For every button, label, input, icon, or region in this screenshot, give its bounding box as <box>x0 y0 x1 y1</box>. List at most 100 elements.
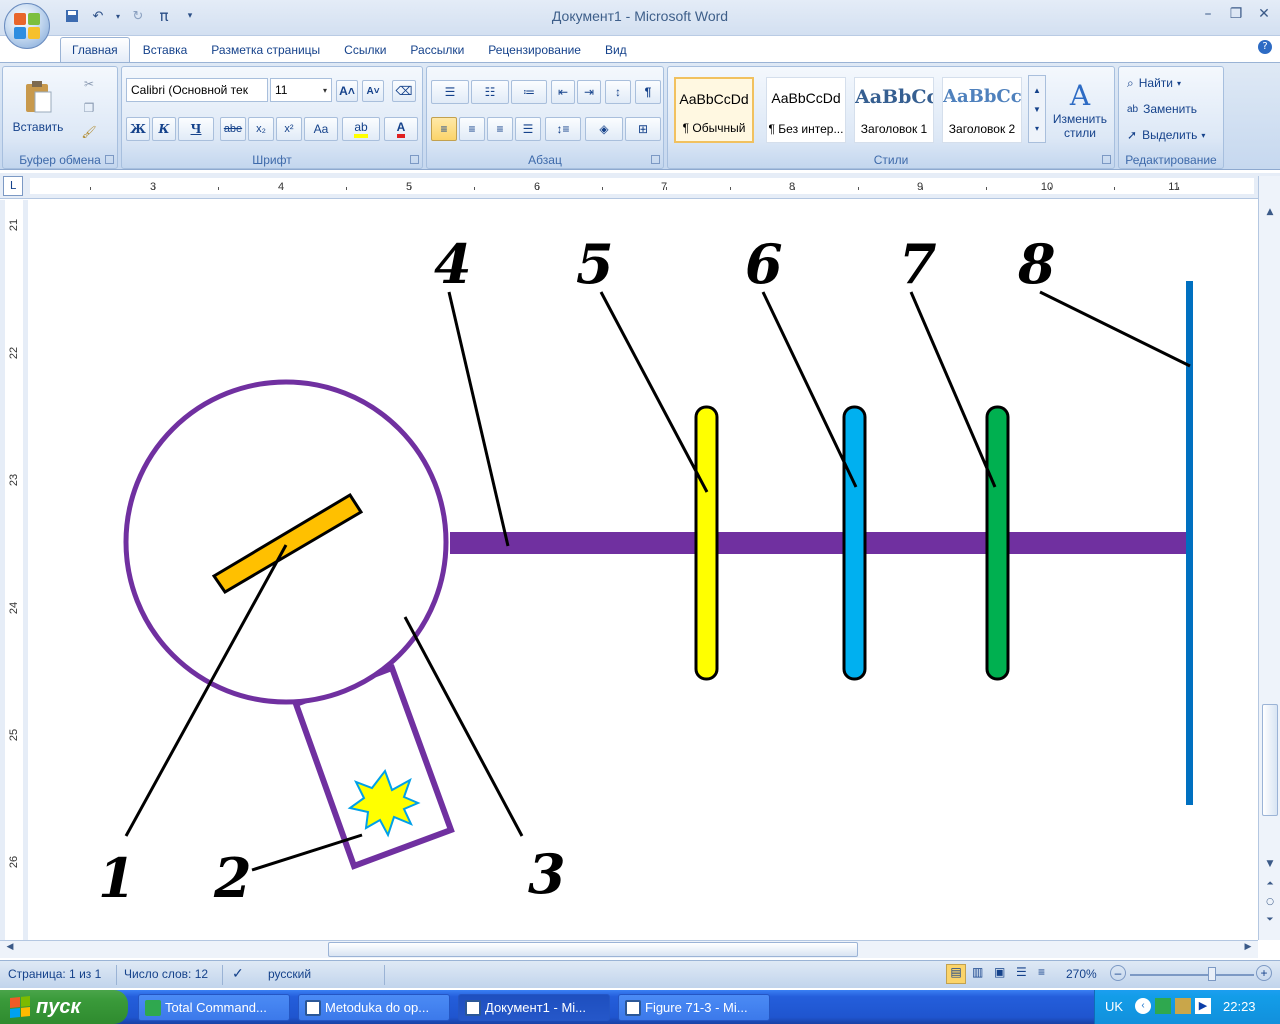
tab-review[interactable]: Рецензирование <box>477 38 592 62</box>
show-marks-icon[interactable]: ¶ <box>635 80 661 104</box>
ruler-tick <box>666 187 667 190</box>
tray-app-icon[interactable] <box>1155 998 1171 1014</box>
tab-page-layout[interactable]: Разметка страницы <box>200 38 331 62</box>
numbering-icon[interactable]: ☷ <box>471 80 509 104</box>
task-metoduka-doc[interactable]: Metoduka do op... <box>298 994 450 1021</box>
line-spacing-icon[interactable]: ↕≡ <box>545 117 581 141</box>
full-screen-reading-icon[interactable]: ▥ <box>972 965 983 979</box>
shading-icon[interactable]: ◈ <box>585 117 623 141</box>
tray-network-icon[interactable] <box>1175 998 1191 1014</box>
leader-line-4 <box>447 291 510 547</box>
clock[interactable]: 22:23 <box>1223 999 1256 1014</box>
style-no-spacing[interactable]: AaBbCcDd ¶ Без интер... <box>766 77 846 143</box>
start-button[interactable]: пуск <box>0 990 128 1024</box>
align-right-icon[interactable]: ≡ <box>487 117 513 141</box>
scroll-right-icon[interactable]: ▶ <box>1240 942 1256 957</box>
ruler-number: 26 <box>8 855 20 869</box>
office-button[interactable] <box>4 3 50 49</box>
decrease-indent-icon[interactable]: ⇤ <box>551 80 575 104</box>
minimize-icon[interactable]: – <box>1196 4 1220 24</box>
task-figure-71-3[interactable]: Figure 71-3 - Mi... <box>618 994 770 1021</box>
scroll-up-icon[interactable]: ▲ <box>1262 204 1278 220</box>
language-status[interactable]: русский <box>268 967 311 981</box>
back-arrow-icon[interactable]: ‹ <box>1135 998 1151 1014</box>
zoom-out-icon[interactable]: – <box>1110 965 1126 981</box>
style-heading-2[interactable]: AaBbCc Заголовок 2 <box>942 77 1022 143</box>
tab-references[interactable]: Ссылки <box>333 38 397 62</box>
clipboard-launcher-icon[interactable] <box>105 155 114 164</box>
clear-format-icon[interactable]: ⌫ <box>392 80 416 102</box>
subscript-button[interactable]: x₂ <box>248 117 274 141</box>
italic-button[interactable]: К <box>152 117 176 141</box>
find-button[interactable]: ⌕ Найти ▾ <box>1127 73 1181 93</box>
bold-button[interactable]: Ж <box>126 117 150 141</box>
web-layout-icon[interactable]: ▣ <box>994 965 1005 979</box>
previous-page-icon[interactable]: ⏶ <box>1262 876 1278 892</box>
font-size-field[interactable]: 11 ▾ <box>270 78 332 102</box>
task-document1[interactable]: Документ1 - Mi... <box>458 994 610 1021</box>
styles-scroll[interactable]: ▲ ▼ ▾ <box>1028 75 1046 143</box>
media-player-icon[interactable]: ▶ <box>1195 998 1211 1014</box>
vertical-scroll-thumb[interactable] <box>1262 704 1278 816</box>
horizontal-ruler[interactable]: L 3 4 5 6 7 8 9 10 11 ⊟ <box>0 173 1280 199</box>
draft-view-icon[interactable]: ≡ <box>1038 965 1045 979</box>
scroll-left-icon[interactable]: ◀ <box>2 942 18 957</box>
restore-icon[interactable]: ❐ <box>1224 4 1248 24</box>
grow-font-button[interactable]: A˄ <box>336 80 358 102</box>
sort-icon[interactable]: ↕ <box>605 80 631 104</box>
font-launcher-icon[interactable] <box>410 155 419 164</box>
bullets-icon[interactable]: ☰ <box>431 80 469 104</box>
format-painter-icon[interactable]: 🖌 <box>79 123 99 141</box>
replace-button[interactable]: ab Заменить <box>1127 99 1197 119</box>
tab-insert[interactable]: Вставка <box>132 38 199 62</box>
strikethrough-button[interactable]: abe <box>220 117 246 141</box>
tab-mailings[interactable]: Рассылки <box>399 38 475 62</box>
zoom-slider-thumb[interactable] <box>1208 967 1216 981</box>
print-layout-icon[interactable]: ▤ <box>946 964 966 984</box>
copy-icon[interactable]: ❐ <box>79 99 99 117</box>
scroll-down-icon[interactable]: ▼ <box>1262 856 1278 872</box>
shrink-font-button[interactable]: A˅ <box>362 80 384 102</box>
style-normal[interactable]: AaBbCcDd ¶ Обычный <box>674 77 754 143</box>
cut-icon[interactable]: ✂ <box>79 75 99 93</box>
highlight-color-button[interactable]: ab <box>342 117 380 141</box>
vertical-ruler[interactable]: 21 22 23 24 25 26 <box>0 200 28 940</box>
zoom-slider[interactable] <box>1130 974 1254 976</box>
paragraph-launcher-icon[interactable] <box>651 155 660 164</box>
next-page-icon[interactable]: ⏷ <box>1262 912 1278 928</box>
align-left-icon[interactable]: ≡ <box>431 117 457 141</box>
change-case-button[interactable]: Aa <box>304 117 338 141</box>
change-styles-button[interactable]: A Изменить стили <box>1050 71 1110 147</box>
tab-selector-icon[interactable]: L <box>3 176 23 196</box>
vertical-scrollbar[interactable]: ▲ ▼ ⏶ ○ ⏷ <box>1258 176 1280 940</box>
document-page[interactable]: 1 2 3 4 5 6 7 8 <box>28 200 1258 940</box>
browse-object-icon[interactable]: ○ <box>1262 894 1278 910</box>
select-button[interactable]: ➚ Выделить ▾ <box>1127 125 1205 145</box>
zoom-in-icon[interactable]: + <box>1256 965 1272 981</box>
styles-launcher-icon[interactable] <box>1102 155 1111 164</box>
increase-indent-icon[interactable]: ⇥ <box>577 80 601 104</box>
superscript-button[interactable]: x² <box>276 117 302 141</box>
borders-icon[interactable]: ⊞ <box>625 117 661 141</box>
underline-button[interactable]: Ч <box>178 117 214 141</box>
help-icon[interactable]: ? <box>1258 40 1272 54</box>
paste-button[interactable]: Вставить <box>11 71 65 143</box>
font-color-button[interactable]: A <box>384 117 418 141</box>
outline-view-icon[interactable]: ☰ <box>1016 965 1027 979</box>
page-count[interactable]: Страница: 1 из 1 <box>8 967 101 981</box>
word-count[interactable]: Число слов: 12 <box>124 967 208 981</box>
font-name-field[interactable]: Calibri (Основной тек <box>126 78 268 102</box>
zoom-level[interactable]: 270% <box>1066 967 1097 981</box>
horizontal-scrollbar[interactable]: ◀ ▶ <box>0 940 1258 958</box>
task-total-commander[interactable]: Total Command... <box>138 994 290 1021</box>
align-center-icon[interactable]: ≡ <box>459 117 485 141</box>
tab-home[interactable]: Главная <box>60 37 130 62</box>
close-icon[interactable]: ✕ <box>1252 4 1276 24</box>
horizontal-scroll-thumb[interactable] <box>328 942 858 957</box>
language-indicator[interactable]: UK <box>1105 999 1123 1014</box>
tab-view[interactable]: Вид <box>594 38 638 62</box>
multilevel-list-icon[interactable]: ≔ <box>511 80 547 104</box>
justify-icon[interactable]: ☰ <box>515 117 541 141</box>
style-heading-1[interactable]: AaBbCc Заголовок 1 <box>854 77 934 143</box>
spelling-check-icon[interactable]: ✓ <box>232 965 244 982</box>
